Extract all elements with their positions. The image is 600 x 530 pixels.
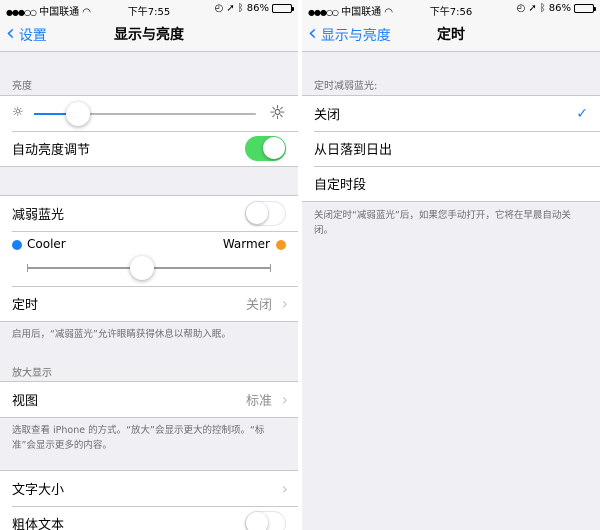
option-label: 关闭 bbox=[314, 108, 341, 123]
auto-brightness-toggle[interactable] bbox=[245, 136, 286, 161]
cooler-dot-icon bbox=[12, 240, 22, 250]
schedule-label: 定时 bbox=[12, 298, 39, 313]
night-shift-label: 减弱蓝光 bbox=[12, 208, 65, 223]
bluetooth-icon: ᛒ bbox=[237, 3, 244, 14]
nav-bar: ‹ 设置 显示与亮度 bbox=[0, 18, 298, 52]
night-shift-group: 减弱蓝光 Cooler Warmer 定时 关闭 › bbox=[0, 195, 298, 322]
bold-text-toggle[interactable] bbox=[245, 511, 286, 530]
schedule-option-custom[interactable]: 自定时段 ✓ bbox=[302, 166, 600, 201]
night-shift-toggle[interactable] bbox=[245, 201, 286, 226]
status-bar: ●●●○○ 中国联通 ◠ 下午7:55 ◴ ➚ ᛒ 86% bbox=[0, 0, 298, 18]
warmer-label: Warmer bbox=[222, 237, 270, 251]
page-title: 定时 bbox=[437, 27, 465, 43]
bold-text-label: 粗体文本 bbox=[12, 518, 65, 530]
zoom-view-row[interactable]: 视图 标准 › bbox=[0, 382, 298, 417]
brightness-header: 亮度 bbox=[12, 81, 32, 92]
text-group: 文字大小 › 粗体文本 bbox=[0, 470, 298, 530]
text-size-label: 文字大小 bbox=[12, 483, 65, 498]
sun-large-icon: ☼ bbox=[268, 102, 286, 124]
battery-percent: 86% bbox=[548, 3, 571, 14]
chevron-right-icon: › bbox=[281, 294, 288, 313]
schedule-value: 关闭 bbox=[245, 298, 272, 313]
zoom-view-value: 标准 bbox=[245, 394, 272, 409]
temperature-slider-knob[interactable] bbox=[129, 256, 154, 280]
location-arrow-icon: ➚ bbox=[528, 3, 537, 14]
cooler-label: Cooler bbox=[27, 237, 66, 251]
brightness-slider-knob[interactable] bbox=[66, 102, 91, 126]
option-label: 自定时段 bbox=[314, 178, 367, 193]
sun-small-icon: ☼ bbox=[12, 105, 24, 120]
schedule-screen: ●●●○○ 中国联通 ◠ 下午7:56 ◴ ➚ ᛒ 86% ‹ 显示与亮度 定时 … bbox=[302, 0, 600, 530]
battery-icon bbox=[574, 4, 596, 13]
chevron-right-icon: › bbox=[281, 479, 288, 498]
page-title: 显示与亮度 bbox=[114, 27, 184, 43]
schedule-footer: 关闭定时“减弱蓝光”后，如果您手动打开，它将在早晨自动关闭。 bbox=[314, 210, 571, 236]
zoom-group: 视图 标准 › bbox=[0, 381, 298, 418]
schedule-section-header: 定时减弱蓝光: bbox=[314, 81, 378, 92]
schedule-row[interactable]: 定时 关闭 › bbox=[0, 286, 298, 321]
night-shift-row: 减弱蓝光 bbox=[0, 196, 298, 231]
chevron-right-icon: › bbox=[281, 390, 288, 409]
zoom-view-label: 视图 bbox=[12, 394, 39, 409]
zoom-header: 放大显示 bbox=[12, 368, 52, 379]
zoom-footer: 选取查看 iPhone 的方式。“放大”会显示更大的控制项。“标准”会显示更多的… bbox=[12, 425, 265, 451]
text-size-row[interactable]: 文字大小 › bbox=[0, 471, 298, 506]
night-shift-footer: 启用后，“减弱蓝光”允许眼睛获得休息以帮助入眠。 bbox=[12, 329, 231, 340]
status-bar: ●●●○○ 中国联通 ◠ 下午7:56 ◴ ➚ ᛒ 86% bbox=[302, 0, 600, 18]
battery-icon bbox=[272, 4, 294, 13]
option-label: 从日落到日出 bbox=[314, 143, 393, 158]
color-temperature-row: Cooler Warmer bbox=[0, 231, 298, 286]
schedule-option-off[interactable]: 关闭 ✓ bbox=[302, 96, 600, 131]
nav-bar: ‹ 显示与亮度 定时 bbox=[302, 18, 600, 52]
auto-brightness-row: 自动亮度调节 bbox=[0, 131, 298, 166]
bold-text-row: 粗体文本 bbox=[0, 506, 298, 530]
schedule-option-sunset-sunrise[interactable]: 从日落到日出 ✓ bbox=[302, 131, 600, 166]
warmer-dot-icon bbox=[276, 240, 286, 250]
auto-brightness-label: 自动亮度调节 bbox=[12, 143, 91, 158]
brightness-slider-row: ☼ ☼ bbox=[0, 96, 298, 131]
checkmark-icon: ✓ bbox=[576, 105, 588, 122]
battery-percent: 86% bbox=[246, 3, 269, 14]
brightness-group: ☼ ☼ 自动亮度调节 bbox=[0, 95, 298, 167]
alarm-icon: ◴ bbox=[516, 3, 526, 14]
display-brightness-screen: ●●●○○ 中国联通 ◠ 下午7:55 ◴ ➚ ᛒ 86% ‹ 设置 显示与亮度 … bbox=[0, 0, 298, 530]
location-arrow-icon: ➚ bbox=[226, 3, 235, 14]
bluetooth-icon: ᛒ bbox=[539, 3, 546, 14]
schedule-options-group: 关闭 ✓ 从日落到日出 ✓ 自定时段 ✓ bbox=[302, 95, 600, 202]
alarm-icon: ◴ bbox=[214, 3, 224, 14]
